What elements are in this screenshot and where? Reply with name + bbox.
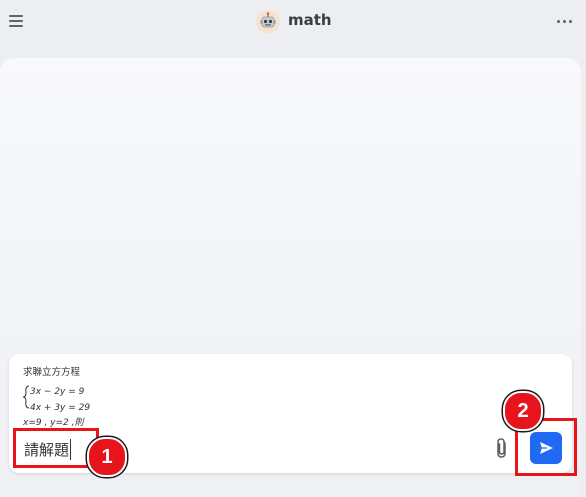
paperclip-icon[interactable] <box>494 437 510 459</box>
hamburger-menu-icon[interactable] <box>9 15 23 28</box>
more-horizontal-icon[interactable] <box>557 20 573 24</box>
attachment-line-4: x=9 , y=2 ,則 <box>22 417 85 428</box>
robot-icon <box>256 10 280 34</box>
chat-title: math <box>288 11 332 29</box>
send-button[interactable] <box>530 432 562 464</box>
message-input[interactable]: 請解題 <box>13 428 99 468</box>
step-2-badge: 2 <box>503 391 543 431</box>
top-bar: math <box>0 0 586 44</box>
attachment-equation-1: 3x − 2y = 9 <box>30 387 85 397</box>
send-arrow-icon <box>540 442 553 454</box>
attachment-line-1: 求聯立方方程 <box>23 366 81 378</box>
attached-image-thumbnail[interactable]: 求聯立方方程 3x − 2y = 9 4x + 3y = 29 x=9 , y=… <box>21 362 97 428</box>
step-1-badge: 1 <box>87 437 127 477</box>
message-input-text[interactable]: 請解題 <box>24 439 72 460</box>
attachment-equation-2: 4x + 3y = 29 <box>30 403 90 413</box>
